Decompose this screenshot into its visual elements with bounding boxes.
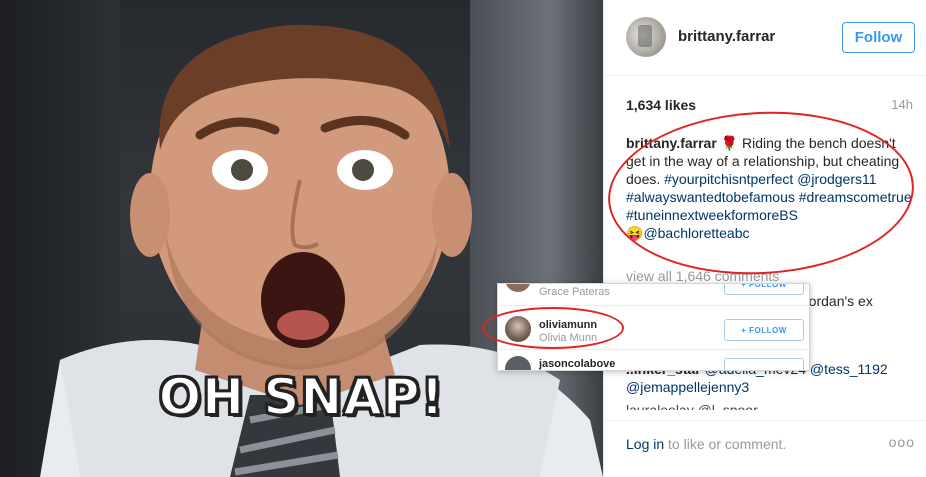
reaction-photo: OH SNAP! [0,0,603,477]
post-side-panel: brittany.farrar Follow 1,634 likes 14h b… [603,0,926,477]
view-all-comments-link[interactable]: view all 1,646 comments [626,268,779,284]
caption-username[interactable]: brittany.farrar [626,135,717,151]
post-header: brittany.farrar Follow [604,0,926,76]
follow-suggestions-popup: Grace Pateras + FOLLOW oliviamunn Olivia… [497,283,810,371]
more-options-icon[interactable]: ooo [889,434,915,450]
comment-mention-line: @jemappellejenny3 [626,379,749,395]
meme-caption: OH SNAP! [158,367,445,427]
suggestion-handle[interactable]: jasoncolabove [539,358,615,370]
caption-hashtags[interactable]: #yourpitchisntperfect @jrodgers11 #alway… [626,171,912,223]
avatar[interactable] [626,17,666,57]
comment-mention[interactable]: @jemappellejenny3 [626,379,749,395]
follow-button[interactable]: Follow [842,22,915,53]
post-caption: brittany.farrar 🌹 Riding the bench doesn… [626,134,916,242]
post-timestamp[interactable]: 14h [891,97,913,112]
comment-fragment-cut: lauraleelay @l_spoor [626,402,758,410]
avatar[interactable] [505,356,531,370]
follow-button[interactable]: + FOLLOW [724,319,804,341]
suggestion-handle[interactable]: oliviamunn [539,319,597,331]
login-prompt: Log in to like or comment. [626,436,786,452]
follow-button[interactable] [724,358,804,370]
tongue-emoji: 😝 [626,225,644,241]
suggestion-row: oliviamunn Olivia Munn + FOLLOW [498,306,809,350]
suggestion-name: Olivia Munn [539,332,598,344]
login-text: to like or comment. [664,436,787,452]
avatar[interactable] [505,284,531,292]
login-link[interactable]: Log in [626,436,664,452]
screenshot-root: OH SNAP! brittany.farrar Follow 1,634 li… [0,0,926,477]
follow-button[interactable]: + FOLLOW [724,284,804,295]
suggestion-row: Grace Pateras + FOLLOW [498,284,809,306]
rose-emoji: 🌹 [720,135,739,151]
post-footer: Log in to like or comment. ooo [604,420,926,477]
avatar[interactable] [505,316,531,342]
caption-mention[interactable]: @bachloretteabc [643,225,749,241]
suggestion-name: Grace Pateras [539,286,610,298]
post-username[interactable]: brittany.farrar [678,28,775,45]
like-count[interactable]: 1,634 likes [626,97,696,113]
suggestion-row: jasoncolabove [498,350,809,370]
